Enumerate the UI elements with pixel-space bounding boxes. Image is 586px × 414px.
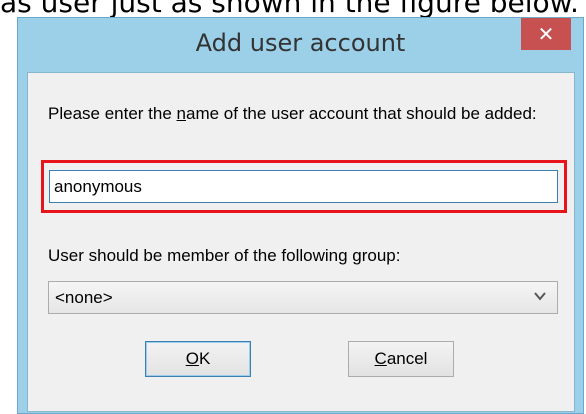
dialog-body: Please enter the name of the user accoun…: [27, 72, 575, 412]
cancel-button[interactable]: Cancel: [348, 341, 454, 377]
access-key: C: [374, 349, 387, 368]
close-icon: ✕: [537, 22, 555, 46]
close-button[interactable]: ✕: [521, 18, 571, 50]
ok-button[interactable]: OK: [145, 341, 251, 377]
chevron-down-icon: [534, 292, 546, 301]
dialog-title: Add user account: [195, 29, 406, 57]
user-name-input[interactable]: [49, 170, 558, 203]
access-key: n: [176, 104, 186, 123]
access-key: O: [185, 349, 199, 368]
title-bar[interactable]: Add user account ✕: [18, 18, 583, 72]
add-user-dialog: Add user account ✕ Please enter the name…: [17, 17, 584, 414]
group-select-value: <none>: [55, 288, 113, 307]
group-label: User should be member of the following g…: [48, 246, 401, 265]
name-prompt-label: Please enter the name of the user accoun…: [48, 104, 537, 123]
name-field-highlight: [41, 160, 567, 213]
screenshot: as user just as shown in the figure belo…: [0, 0, 586, 414]
access-key: g: [352, 246, 362, 265]
group-select[interactable]: <none>: [48, 281, 558, 314]
